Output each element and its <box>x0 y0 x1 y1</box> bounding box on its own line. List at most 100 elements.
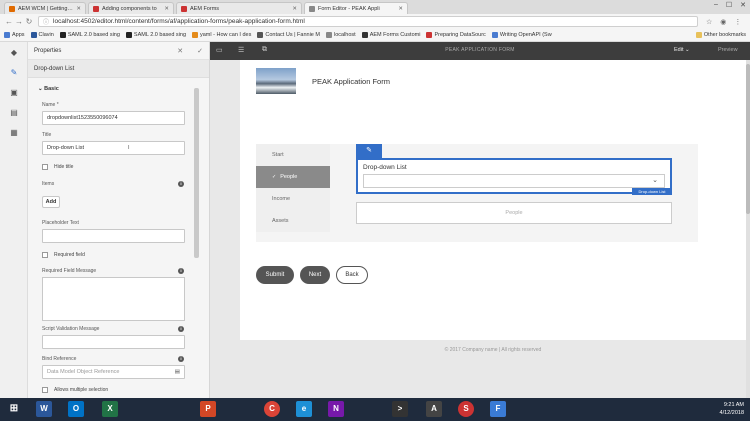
hide-title-checkbox[interactable]: Hide title <box>42 164 73 170</box>
bookmark-item[interactable]: SAML 2.0 based sing <box>59 32 120 38</box>
assets-icon[interactable]: ▣ <box>9 88 19 98</box>
bookmark-item[interactable]: localhost <box>325 32 356 38</box>
info-icon[interactable]: i <box>178 268 184 274</box>
bookmark-icon <box>30 32 37 38</box>
close-icon[interactable]: ✕ <box>177 47 183 55</box>
script-message-label: Script Validation Message <box>42 326 100 332</box>
wrench-icon[interactable]: ✎ <box>9 68 19 78</box>
canvas-scrollbar[interactable] <box>746 60 750 398</box>
close-icon[interactable]: ✕ <box>76 6 81 12</box>
people-panel[interactable]: People <box>356 202 672 224</box>
scrollbar[interactable] <box>194 88 199 258</box>
bookmark-item[interactable]: Apps <box>4 32 25 38</box>
app-icon[interactable]: S <box>458 401 474 417</box>
nav-people[interactable]: ✓ People <box>256 166 330 188</box>
onenote-icon[interactable]: N <box>328 401 344 417</box>
form-footer: © 2017 Company name | All rights reserve… <box>240 340 746 360</box>
checkmark-icon: ✓ <box>272 174 277 180</box>
bookmark-icon <box>361 32 368 38</box>
tab-form-editor[interactable]: Form Editor - PEAK Appli ✕ <box>304 2 408 14</box>
required-message-textarea[interactable] <box>42 277 185 321</box>
required-field-checkbox[interactable]: Required field <box>42 252 85 258</box>
menu-icon[interactable]: ⋮ <box>734 18 741 26</box>
nav-income[interactable]: Income <box>256 188 330 210</box>
start-icon[interactable]: ⊞ <box>6 401 22 417</box>
info-icon[interactable]: ⓘ <box>43 17 49 26</box>
bind-reference-label: Bind Reference <box>42 356 77 362</box>
adobe-favicon-icon <box>93 5 99 12</box>
form-panel: Start ✓ People Income Assets ✎ Drop-down … <box>256 144 698 242</box>
tree-icon[interactable]: ▦ <box>9 128 19 138</box>
bookmark-icon <box>426 32 433 38</box>
submit-button[interactable]: Submit <box>256 266 294 284</box>
edit-mode-dropdown[interactable]: Edit ⌄ <box>674 47 690 53</box>
nav-assets[interactable]: Assets <box>256 210 330 232</box>
browse-icon[interactable]: ▤ <box>175 369 180 375</box>
nav-start[interactable]: Start <box>256 144 330 166</box>
add-item-button[interactable]: Add <box>42 196 60 208</box>
side-rail: ◆ ✎ ▣ ▤ ▦ <box>0 42 28 398</box>
bookmark-item[interactable]: Contact Us | Fannie M <box>257 32 320 38</box>
properties-header: Properties ✕ ✓ <box>28 42 209 60</box>
layers-icon[interactable]: ◆ <box>9 48 19 58</box>
bookmark-item[interactable]: AEM Forms Customi <box>361 32 420 38</box>
powerpoint-icon[interactable]: P <box>200 401 216 417</box>
editor-toolbar: ▭ ☰ ⧉ PEAK APPLICATION FORM Edit ⌄ Previ… <box>210 42 750 60</box>
close-icon[interactable]: ✕ <box>164 6 169 12</box>
bookmark-icon <box>325 32 332 38</box>
bookmarks-bar: Apps Clavin SAML 2.0 based sing SAML 2.0… <box>0 29 750 42</box>
checkmark-icon[interactable]: ✓ <box>197 47 203 55</box>
minimize-icon[interactable]: – <box>714 1 718 9</box>
other-bookmarks[interactable]: Other bookmarks <box>695 32 746 38</box>
scroll-thumb[interactable] <box>746 64 750 214</box>
close-icon[interactable]: ✕ <box>398 6 403 12</box>
wrench-icon[interactable]: ✎ <box>356 144 382 158</box>
close-window-icon[interactable]: ✕ <box>740 1 746 9</box>
bookmark-item[interactable]: Preparing DataSourc <box>426 32 486 38</box>
star-icon[interactable]: ☆ <box>706 18 712 26</box>
app-icon[interactable]: A <box>426 401 442 417</box>
outlook-icon[interactable]: O <box>68 401 84 417</box>
dropdown-select[interactable]: ⌄ <box>363 174 665 188</box>
url-field[interactable]: ⓘ localhost:4502/editor.html/content/for… <box>38 16 698 27</box>
back-arrow-icon[interactable]: ← <box>4 17 14 26</box>
dropdown-component[interactable]: Drop-down List ⌄ Drop-down List <box>356 158 672 195</box>
dropdown-label: Drop-down List <box>363 164 407 171</box>
info-icon[interactable]: i <box>178 326 184 332</box>
forward-arrow-icon[interactable]: → <box>14 17 24 26</box>
script-message-field[interactable] <box>42 335 185 349</box>
extension-icon[interactable]: ◉ <box>720 18 726 26</box>
bookmark-item[interactable]: Writing OpenAPI (Sw <box>491 32 552 38</box>
title-label: Title <box>42 132 52 138</box>
tab-aem-wcm[interactable]: AEM WCM | Getting Star ✕ <box>4 2 86 14</box>
ie-icon[interactable]: e <box>296 401 312 417</box>
info-icon[interactable]: i <box>178 181 184 187</box>
placeholder-field[interactable] <box>42 229 185 243</box>
preview-button[interactable]: Preview <box>718 47 738 53</box>
system-clock[interactable]: 9:21 AM 4/12/2018 <box>720 401 744 417</box>
back-button[interactable]: Back <box>336 266 368 284</box>
reload-icon[interactable]: ↻ <box>24 17 34 26</box>
chevron-down-icon: ⌄ <box>685 47 690 53</box>
excel-icon[interactable]: X <box>102 401 118 417</box>
allow-multiple-checkbox[interactable]: Allows multiple selection <box>42 387 108 393</box>
basic-section-toggle[interactable]: ⌄ Basic <box>38 86 59 92</box>
address-bar-row: ← → ↻ ⓘ localhost:4502/editor.html/conte… <box>0 14 750 29</box>
terminal-icon[interactable]: > <box>392 401 408 417</box>
next-button[interactable]: Next <box>300 266 330 284</box>
bookmark-item[interactable]: SAML 2.0 based sing <box>125 32 186 38</box>
bind-reference-field[interactable]: Data Model Object Reference ▤ <box>42 365 185 379</box>
chrome-icon[interactable]: C <box>264 401 280 417</box>
bookmark-item[interactable]: yaml - How can I des <box>192 32 251 38</box>
bookmark-item[interactable]: Clavin <box>30 32 54 38</box>
tab-aem-forms[interactable]: AEM Forms ✕ <box>176 2 302 14</box>
components-icon[interactable]: ▤ <box>9 108 19 118</box>
title-field[interactable]: Drop-down List I <box>42 141 185 155</box>
app-icon[interactable]: F <box>490 401 506 417</box>
close-icon[interactable]: ✕ <box>292 6 297 12</box>
word-icon[interactable]: W <box>36 401 52 417</box>
maximize-icon[interactable]: ☐ <box>726 1 732 9</box>
info-icon[interactable]: i <box>178 356 184 362</box>
tab-adding-components[interactable]: Adding components to ✕ <box>88 2 174 14</box>
name-field[interactable]: dropdownlist1523550096074 <box>42 111 185 125</box>
